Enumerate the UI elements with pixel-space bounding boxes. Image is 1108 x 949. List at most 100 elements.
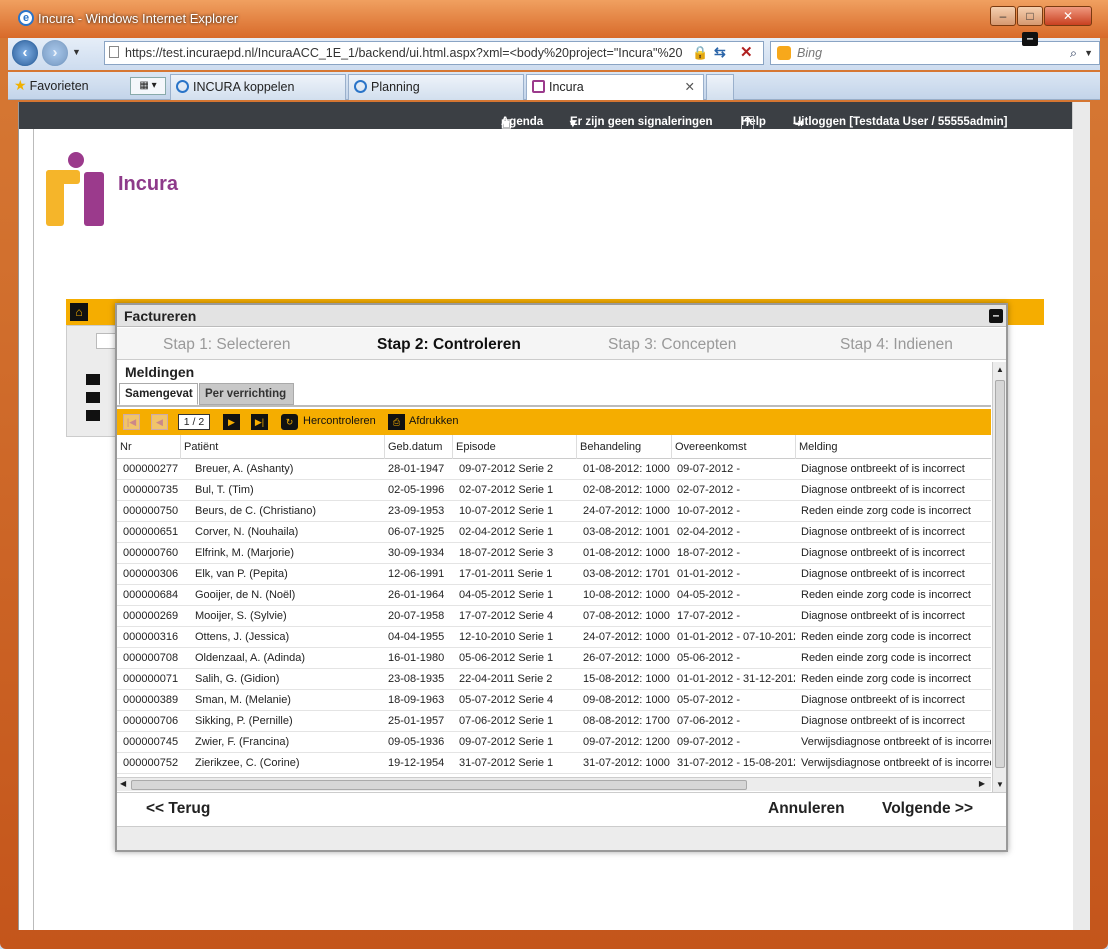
table-cell: 000000651 xyxy=(123,526,179,538)
recheck-icon[interactable]: ↻ xyxy=(281,414,298,430)
step-3[interactable]: Stap 3: Concepten xyxy=(608,336,736,354)
col-patient[interactable]: Patiënt xyxy=(181,435,385,459)
home-icon[interactable]: ⌂ xyxy=(70,303,88,321)
table-row[interactable]: 000000750 Beurs, de C. (Christiano) 23-09-… xyxy=(117,501,991,522)
quick-tabs-icon[interactable]: ▦ ▾ xyxy=(130,77,166,95)
step-2[interactable]: Stap 2: Controleren xyxy=(377,336,521,354)
ie-tab-icon xyxy=(176,80,189,93)
search-placeholder: Bing xyxy=(797,46,823,60)
scroll-down-icon[interactable]: ▼ xyxy=(996,780,1004,789)
col-melding[interactable]: Melding xyxy=(796,435,991,459)
stop-icon[interactable]: ✕ xyxy=(740,43,753,61)
page-indicator[interactable]: 1 / 2 xyxy=(178,414,210,430)
printer-icon[interactable]: ⎙ xyxy=(388,414,405,430)
chevron-down-icon: ▾ xyxy=(570,118,576,130)
background-input[interactable] xyxy=(96,333,116,349)
collapse-dialog-button[interactable]: – xyxy=(989,309,1003,323)
footer-divider xyxy=(117,792,1006,793)
grid-horizontal-scrollbar[interactable]: ◀ ▶ xyxy=(117,777,991,791)
folder-icon[interactable] xyxy=(86,374,100,385)
table-row[interactable]: 000000651 Corver, N. (Nouhaila) 06-07-1925… xyxy=(117,522,991,543)
table-cell: 08-08-2012: 1700 xyxy=(583,715,670,727)
table-row[interactable]: 000000735 Bul, T. (Tim) 02-05-1996 02-07-20… xyxy=(117,480,991,501)
close-window-button[interactable]: ✕ xyxy=(1044,6,1092,26)
scroll-left-icon[interactable]: ◀ xyxy=(120,779,126,788)
print-button[interactable]: Afdrukken xyxy=(409,415,459,427)
search-icon[interactable]: ⌕ xyxy=(1070,42,1077,64)
search-input[interactable]: Bing ⌕ ▼ xyxy=(770,41,1100,65)
table-header: Nr Patiënt Geb.datum Episode Behandeling… xyxy=(117,435,991,459)
step-4[interactable]: Stap 4: Indienen xyxy=(840,336,953,354)
tab-samengevat[interactable]: Samengevat xyxy=(119,383,198,405)
first-page-icon[interactable]: |◀ xyxy=(123,414,140,430)
recheck-button[interactable]: Hercontroleren xyxy=(303,415,376,427)
maximize-button[interactable]: □ xyxy=(1017,6,1043,26)
table-cell: 18-07-2012 - xyxy=(677,547,740,559)
table-row[interactable]: 000000269 Mooijer, S. (Sylvie) 20-07-1958 1… xyxy=(117,606,991,627)
table-cell: Reden einde zorg code is incorrect xyxy=(801,652,971,664)
favorites-button[interactable]: ★ Favorieten xyxy=(14,77,89,94)
col-nr[interactable]: Nr xyxy=(117,435,181,459)
folder-icon[interactable] xyxy=(86,410,100,421)
table-cell: 16-01-1980 xyxy=(388,652,445,664)
folder-icon[interactable] xyxy=(86,392,100,403)
table-row[interactable]: 000000277 Breuer, A. (Ashanty) 28-01-1947 0… xyxy=(117,459,991,480)
table-row[interactable]: 000000684 Gooijer, de N. (Noël) 26-01-1964… xyxy=(117,585,991,606)
table-cell: Diagnose ontbreekt of is incorrect xyxy=(801,526,965,538)
refresh-icon[interactable]: ⇆ xyxy=(714,44,726,61)
browser-tab-planning[interactable]: Planning xyxy=(348,74,524,100)
dialog-header: Factureren – xyxy=(117,305,1006,327)
tab-per-verrichting[interactable]: Per verrichting xyxy=(199,383,294,405)
table-cell: Diagnose ontbreekt of is incorrect xyxy=(801,547,965,559)
col-episode[interactable]: Episode xyxy=(453,435,577,459)
last-page-icon[interactable]: ▶| xyxy=(251,414,268,430)
scroll-thumb[interactable] xyxy=(131,780,747,790)
table-row[interactable]: 000000389 Sman, M. (Melanie) 18-09-1963 05-… xyxy=(117,690,991,711)
table-row[interactable]: 000000071 Salih, G. (Gidion) 23-08-1935 22-… xyxy=(117,669,991,690)
lock-icon[interactable]: 🔒 xyxy=(692,45,708,61)
table-body: 000000277 Breuer, A. (Ashanty) 28-01-1947 0… xyxy=(117,459,991,775)
table-cell: 09-07-2012 - xyxy=(677,736,740,748)
step-1[interactable]: Stap 1: Selecteren xyxy=(163,336,291,354)
table-row[interactable]: 000000760 Elfrink, M. (Marjorie) 30-09-193… xyxy=(117,543,991,564)
url-input[interactable]: https://test.incuraepd.nl/IncuraACC_1E_1… xyxy=(104,41,764,65)
table-row[interactable]: 000000745 Zwier, F. (Francina) 09-05-1936 0… xyxy=(117,732,991,753)
history-dropdown-icon[interactable]: ▼ xyxy=(72,47,81,57)
table-row[interactable]: 000000306 Elk, van P. (Pepita) 12-06-1991 1… xyxy=(117,564,991,585)
table-row[interactable]: 000000316 Ottens, J. (Jessica) 04-04-1955 1… xyxy=(117,627,991,648)
scroll-thumb[interactable] xyxy=(995,380,1005,768)
cancel-button[interactable]: Annuleren xyxy=(768,800,845,818)
new-tab-button[interactable] xyxy=(706,74,734,100)
table-row[interactable]: 000000706 Sikking, P. (Pernille) 25-01-195… xyxy=(117,711,991,732)
table-cell: Reden einde zorg code is incorrect xyxy=(801,589,971,601)
tab-strip: ★ Favorieten ▦ ▾ INCURA koppelen Planning… xyxy=(8,72,1100,100)
table-cell: 31-07-2012 - 15-08-2012 xyxy=(677,757,795,769)
back-nav-icon[interactable]: ‹ xyxy=(12,40,38,66)
collapse-page-button[interactable]: – xyxy=(1022,32,1038,46)
table-cell: 15-08-2012: 1000 xyxy=(583,673,670,685)
table-row[interactable]: 000000752 Zierikzee, C. (Corine) 19-12-195… xyxy=(117,753,991,774)
forward-nav-icon[interactable]: › xyxy=(42,40,68,66)
back-button[interactable]: << Terug xyxy=(146,800,210,818)
table-row[interactable]: 000000708 Oldenzaal, A. (Adinda) 16-01-198… xyxy=(117,648,991,669)
table-cell: 04-05-2012 - xyxy=(677,589,740,601)
scroll-up-icon[interactable]: ▲ xyxy=(996,365,1004,374)
ie-logo-icon: e xyxy=(18,10,34,26)
next-button[interactable]: Volgende >> xyxy=(882,800,973,818)
table-cell: 09-07-2012: 1200 xyxy=(583,736,670,748)
browser-tab-incura-koppelen[interactable]: INCURA koppelen xyxy=(170,74,346,100)
table-cell: 09-08-2012: 1000 xyxy=(583,694,670,706)
minimize-button[interactable]: ‒ xyxy=(990,6,1016,26)
close-tab-icon[interactable]: ✕ xyxy=(685,75,695,99)
previous-page-icon[interactable]: ◀ xyxy=(151,414,168,430)
page-scrollbar[interactable] xyxy=(1072,102,1090,930)
col-overeenkomst[interactable]: Overeenkomst xyxy=(672,435,796,459)
grid-vertical-scrollbar[interactable]: ▲ ▼ xyxy=(992,362,1006,792)
browser-tab-incura[interactable]: Incura ✕ xyxy=(526,74,704,100)
table-cell: 000000745 xyxy=(123,736,179,748)
search-dropdown-icon[interactable]: ▼ xyxy=(1084,42,1093,64)
next-page-icon[interactable]: ▶ xyxy=(223,414,240,430)
col-geb-datum[interactable]: Geb.datum xyxy=(385,435,453,459)
col-behandeling[interactable]: Behandeling xyxy=(577,435,672,459)
scroll-right-icon[interactable]: ▶ xyxy=(979,779,985,788)
